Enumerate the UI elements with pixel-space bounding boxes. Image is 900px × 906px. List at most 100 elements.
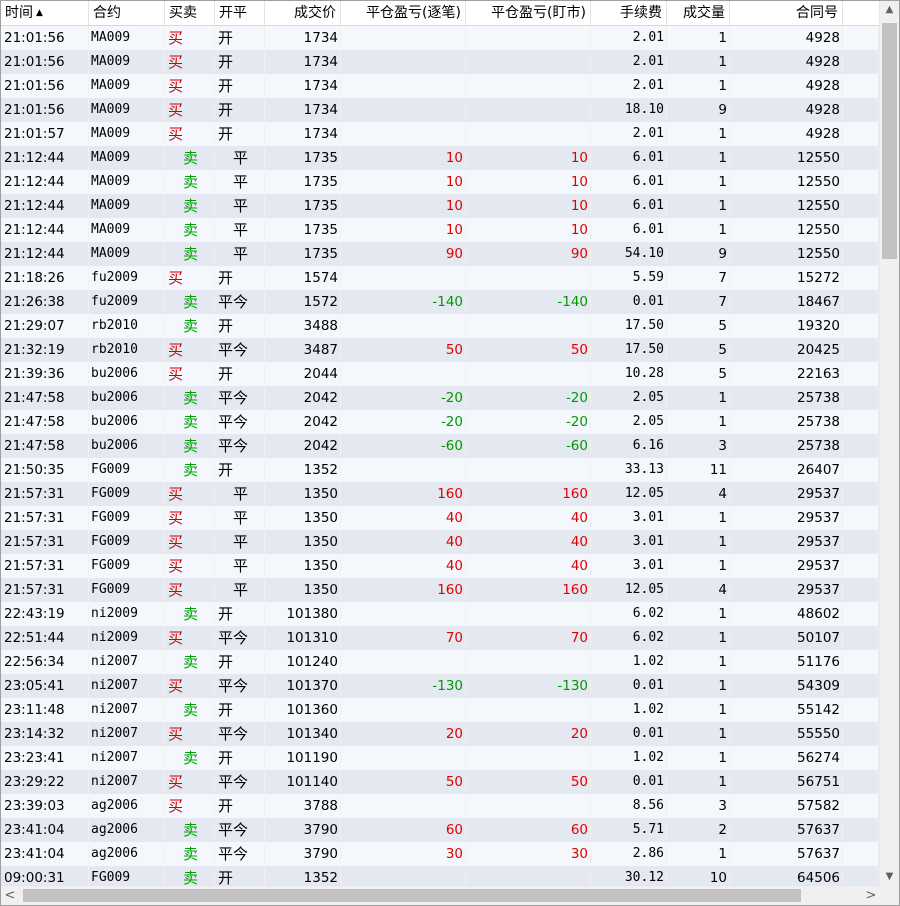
table-row[interactable]: 21:32:19 rb2010 买平今 3487 50 50 17.50 5 20425 bbox=[1, 338, 879, 362]
column-header-direction[interactable]: 买卖 bbox=[165, 1, 215, 25]
table-row[interactable]: 23:41:04 ag2006 卖平今 3790 30 30 2.86 1 57637 bbox=[1, 842, 879, 866]
table-row[interactable]: 22:43:19 ni2009 卖开 101380 6.02 1 48602 bbox=[1, 602, 879, 626]
cell-offset: 开 bbox=[215, 122, 265, 146]
table-row[interactable]: 21:12:44 MA009 卖平 1735 10 10 6.01 1 12550 bbox=[1, 170, 879, 194]
table-row[interactable]: 21:01:56 MA009 买开 1734 18.10 9 4928 bbox=[1, 98, 879, 122]
cell-contract: bu2006 bbox=[89, 434, 165, 458]
table-row[interactable]: 22:51:44 ni2009 买平今 101310 70 70 6.02 1 50107 bbox=[1, 626, 879, 650]
horizontal-scroll-thumb[interactable] bbox=[23, 889, 801, 902]
cell-volume: 1 bbox=[667, 722, 730, 746]
cell-fee: 0.01 bbox=[591, 722, 667, 746]
cell-contract: bu2006 bbox=[89, 362, 165, 386]
cell-time: 21:12:44 bbox=[1, 146, 89, 170]
scroll-left-icon[interactable]: < bbox=[1, 886, 19, 905]
cell-volume: 3 bbox=[667, 794, 730, 818]
cell-offset: 平今 bbox=[215, 410, 265, 434]
column-header-price[interactable]: 成交价 bbox=[265, 1, 341, 25]
scroll-right-icon[interactable]: > bbox=[862, 886, 880, 905]
table-row[interactable]: 23:05:41 ni2007 买平今 101370 -130 -130 0.01 1 5430… bbox=[1, 674, 879, 698]
table-row[interactable]: 21:12:44 MA009 卖平 1735 10 10 6.01 1 12550 bbox=[1, 194, 879, 218]
table-row[interactable]: 23:23:41 ni2007 卖开 101190 1.02 1 56274 bbox=[1, 746, 879, 770]
table-row[interactable]: 21:01:57 MA009 买开 1734 2.01 1 4928 bbox=[1, 122, 879, 146]
cell-offset: 平今 bbox=[215, 842, 265, 866]
table-row[interactable]: 09:00:31 FG009 卖开 1352 30.12 10 64506 bbox=[1, 866, 879, 886]
cell-time: 23:05:41 bbox=[1, 674, 89, 698]
cell-volume: 1 bbox=[667, 602, 730, 626]
cell-contract: FG009 bbox=[89, 866, 165, 886]
table-row[interactable]: 21:47:58 bu2006 卖平今 2042 -20 -20 2.05 1 25738 bbox=[1, 410, 879, 434]
table-row[interactable]: 23:39:03 ag2006 买开 3788 8.56 3 57582 bbox=[1, 794, 879, 818]
cell-contract-id: 57637 bbox=[730, 842, 843, 866]
table-row[interactable]: 21:01:56 MA009 买开 1734 2.01 1 4928 bbox=[1, 26, 879, 50]
cell-fee: 12.05 bbox=[591, 578, 667, 602]
cell-price: 1352 bbox=[265, 866, 341, 886]
column-header-time[interactable]: 时间 ▲ bbox=[1, 1, 89, 25]
cell-direction: 买 bbox=[165, 794, 215, 818]
cell-fee: 10.28 bbox=[591, 362, 667, 386]
cell-contract-id: 4928 bbox=[730, 98, 843, 122]
scroll-down-icon[interactable]: ▼ bbox=[880, 868, 899, 886]
cell-pnl-trade: -130 bbox=[341, 674, 466, 698]
cell-offset: 平今 bbox=[215, 626, 265, 650]
cell-contract: ni2007 bbox=[89, 674, 165, 698]
table-row[interactable]: 21:18:26 fu2009 买开 1574 5.59 7 15272 bbox=[1, 266, 879, 290]
cell-contract-id: 55142 bbox=[730, 698, 843, 722]
table-row[interactable]: 21:57:31 FG009 买平 1350 40 40 3.01 1 29537 bbox=[1, 554, 879, 578]
table-row[interactable]: 21:57:31 FG009 买平 1350 40 40 3.01 1 29537 bbox=[1, 506, 879, 530]
cell-filler bbox=[843, 98, 879, 122]
table-row[interactable]: 23:41:04 ag2006 卖平今 3790 60 60 5.71 2 57637 bbox=[1, 818, 879, 842]
vertical-scrollbar[interactable]: ▲ ▼ bbox=[879, 1, 899, 886]
cell-time: 21:57:31 bbox=[1, 578, 89, 602]
column-header-offset[interactable]: 开平 bbox=[215, 1, 265, 25]
cell-time: 21:12:44 bbox=[1, 170, 89, 194]
cell-price: 1735 bbox=[265, 242, 341, 266]
table-row[interactable]: 21:57:31 FG009 买平 1350 160 160 12.05 4 29537 bbox=[1, 578, 879, 602]
cell-direction: 卖 bbox=[165, 314, 215, 338]
scroll-up-icon[interactable]: ▲ bbox=[880, 1, 899, 19]
table-row[interactable]: 21:57:31 FG009 买平 1350 160 160 12.05 4 29537 bbox=[1, 482, 879, 506]
table-row[interactable]: 23:11:48 ni2007 卖开 101360 1.02 1 55142 bbox=[1, 698, 879, 722]
column-header-label: 合约 bbox=[93, 5, 121, 21]
cell-pnl-market: 70 bbox=[466, 626, 591, 650]
cell-contract-id: 48602 bbox=[730, 602, 843, 626]
cell-offset: 开 bbox=[215, 266, 265, 290]
column-header-fee[interactable]: 手续费 bbox=[591, 1, 667, 25]
table-row[interactable]: 21:57:31 FG009 买平 1350 40 40 3.01 1 29537 bbox=[1, 530, 879, 554]
cell-pnl-market bbox=[466, 122, 591, 146]
table-row[interactable]: 21:01:56 MA009 买开 1734 2.01 1 4928 bbox=[1, 50, 879, 74]
table-row[interactable]: 21:12:44 MA009 卖平 1735 10 10 6.01 1 12550 bbox=[1, 218, 879, 242]
table-row[interactable]: 21:50:35 FG009 卖开 1352 33.13 11 26407 bbox=[1, 458, 879, 482]
table-row[interactable]: 21:12:44 MA009 卖平 1735 10 10 6.01 1 12550 bbox=[1, 146, 879, 170]
cell-price: 1735 bbox=[265, 218, 341, 242]
table-row[interactable]: 21:12:44 MA009 卖平 1735 90 90 54.10 9 12550 bbox=[1, 242, 879, 266]
cell-pnl-market: 50 bbox=[466, 770, 591, 794]
column-header-label: 成交价 bbox=[294, 5, 336, 21]
cell-pnl-trade: -20 bbox=[341, 386, 466, 410]
cell-contract-id: 29537 bbox=[730, 578, 843, 602]
vertical-scroll-thumb[interactable] bbox=[882, 23, 897, 259]
table-row[interactable]: 21:47:58 bu2006 卖平今 2042 -20 -20 2.05 1 25738 bbox=[1, 386, 879, 410]
column-header-volume[interactable]: 成交量 bbox=[667, 1, 730, 25]
cell-pnl-trade: 60 bbox=[341, 818, 466, 842]
column-header-pnl-market[interactable]: 平仓盈亏(盯市) bbox=[466, 1, 591, 25]
table-row[interactable]: 21:29:07 rb2010 卖开 3488 17.50 5 19320 bbox=[1, 314, 879, 338]
cell-pnl-trade bbox=[341, 650, 466, 674]
cell-offset: 平 bbox=[215, 218, 265, 242]
table-row[interactable]: 21:01:56 MA009 买开 1734 2.01 1 4928 bbox=[1, 74, 879, 98]
cell-time: 21:01:56 bbox=[1, 74, 89, 98]
cell-price: 2042 bbox=[265, 434, 341, 458]
table-row[interactable]: 22:56:34 ni2007 卖开 101240 1.02 1 51176 bbox=[1, 650, 879, 674]
column-header-pnl-trade[interactable]: 平仓盈亏(逐笔) bbox=[341, 1, 466, 25]
horizontal-scrollbar[interactable]: < > bbox=[1, 885, 880, 905]
table-row[interactable]: 21:26:38 fu2009 卖平今 1572 -140 -140 0.01 7 18467 bbox=[1, 290, 879, 314]
column-header-contract[interactable]: 合约 bbox=[89, 1, 165, 25]
table-row[interactable]: 21:39:36 bu2006 买开 2044 10.28 5 22163 bbox=[1, 362, 879, 386]
table-row[interactable]: 21:47:58 bu2006 卖平今 2042 -60 -60 6.16 3 25738 bbox=[1, 434, 879, 458]
cell-pnl-market: 40 bbox=[466, 506, 591, 530]
cell-contract: FG009 bbox=[89, 554, 165, 578]
column-header-contract-id[interactable]: 合同号 bbox=[730, 1, 843, 25]
table-row[interactable]: 23:14:32 ni2007 买平今 101340 20 20 0.01 1 55550 bbox=[1, 722, 879, 746]
cell-direction: 买 bbox=[165, 506, 215, 530]
cell-fee: 30.12 bbox=[591, 866, 667, 886]
table-row[interactable]: 23:29:22 ni2007 买平今 101140 50 50 0.01 1 56751 bbox=[1, 770, 879, 794]
